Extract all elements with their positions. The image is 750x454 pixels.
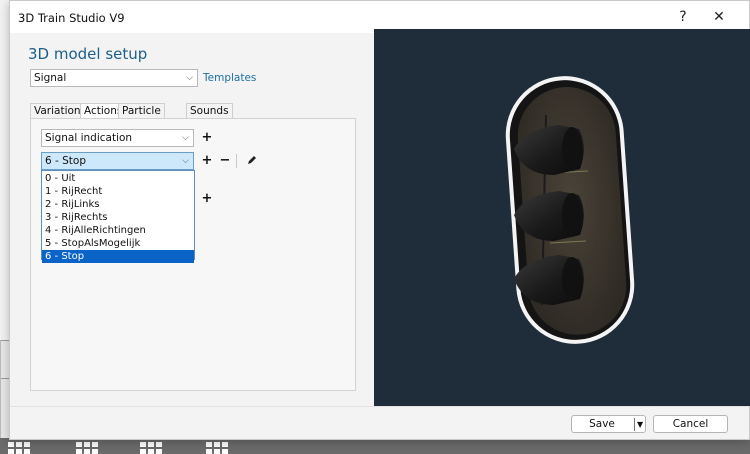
dropdown-arrow-icon[interactable]: ▼	[637, 417, 643, 433]
dropdown-option[interactable]: 3 - RijRechts	[42, 211, 194, 224]
grid-icon	[140, 442, 162, 454]
dialog-footer: Save ▼ Cancel	[10, 406, 749, 439]
toolbar-divider	[236, 154, 237, 168]
action-select[interactable]: Signal indication ⌵	[41, 129, 194, 147]
dropdown-option[interactable]: 1 - RijRecht	[42, 185, 194, 198]
save-button[interactable]: Save ▼	[571, 415, 646, 433]
chevron-down-icon: ⌵	[182, 156, 189, 166]
split-divider	[634, 418, 635, 431]
chevron-down-icon: ⌵	[182, 133, 189, 143]
add-state-button[interactable]: +	[200, 154, 214, 168]
add-item-button[interactable]: +	[200, 192, 214, 206]
add-action-button[interactable]: +	[200, 131, 214, 145]
action-value: Signal indication	[45, 132, 133, 144]
templates-link[interactable]: Templates	[203, 72, 256, 84]
state-value: 6 - Stop	[45, 155, 87, 167]
model-type-select[interactable]: Signal ⌵	[30, 69, 198, 87]
state-dropdown-list[interactable]: 0 - Uit 1 - RijRecht 2 - RijLinks 3 - Ri…	[41, 170, 195, 263]
chevron-down-icon: ⌵	[186, 73, 193, 83]
page-title: 3D model setup	[28, 45, 148, 63]
grid-icon	[8, 442, 30, 454]
tab-sounds[interactable]: Sounds	[186, 103, 233, 119]
signal-model	[505, 76, 635, 344]
window-title: 3D Train Studio V9	[18, 11, 125, 25]
background-divider	[0, 340, 1, 454]
cancel-button[interactable]: Cancel	[653, 415, 728, 433]
tab-particle-effects[interactable]: Particle effects	[118, 103, 165, 132]
save-label: Save	[589, 418, 615, 430]
dropdown-option[interactable]: 4 - RijAlleRichtingen	[42, 224, 194, 237]
model-type-value: Signal	[34, 72, 67, 84]
dropdown-option-selected[interactable]: 6 - Stop	[42, 250, 194, 263]
background-toolbar	[0, 438, 750, 454]
edit-state-button[interactable]	[245, 154, 259, 168]
dropdown-option[interactable]: 0 - Uit	[42, 172, 194, 185]
dropdown-option[interactable]: 5 - StopAlsMogelijk	[42, 237, 194, 250]
settings-pane: 3D model setup Signal ⌵ Templates Variat…	[10, 33, 374, 406]
remove-state-button[interactable]: −	[218, 154, 232, 168]
pencil-icon	[248, 156, 256, 164]
close-button[interactable]: ✕	[704, 7, 734, 27]
state-select[interactable]: 6 - Stop ⌵	[41, 152, 194, 170]
grid-icon	[76, 442, 98, 454]
help-button[interactable]: ?	[668, 7, 698, 27]
model-preview-viewport[interactable]	[374, 29, 750, 406]
dropdown-option[interactable]: 2 - RijLinks	[42, 198, 194, 211]
model-setup-dialog: 3D Train Studio V9 ? ✕ 3D model setup Si…	[9, 0, 750, 440]
grid-icon	[206, 442, 228, 454]
